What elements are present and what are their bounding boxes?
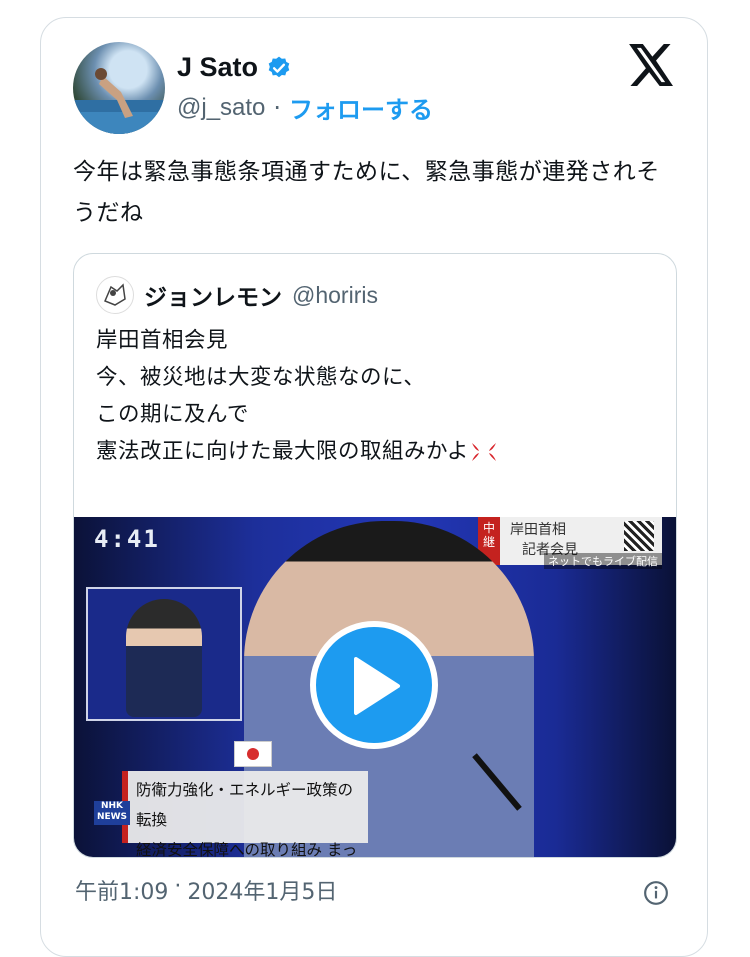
video-thumbnail[interactable]: 4:41 中継 岸田首相 記者会見 ネットでもライブ配信 防衛力強化・エネルギー… (74, 517, 676, 857)
tweet-date: 2024年1月5日 (187, 880, 338, 905)
quoted-line: 今、被災地は大変な状態なのに、 (96, 365, 426, 390)
quoted-author-handle[interactable]: @horiris (292, 282, 378, 309)
play-icon (354, 657, 400, 715)
tweet-embed-card: J Sato @j_sato · フォローする 今年は緊急事態条項通すために、緊… (40, 17, 708, 957)
x-logo-icon[interactable] (629, 44, 675, 86)
author-handle-row: @j_sato · フォローする (177, 90, 433, 125)
anger-symbol-icon (471, 443, 496, 461)
quoted-line: 憲法改正に向けた最大限の取組みかよ (96, 439, 469, 464)
sign-language-inset (86, 587, 242, 721)
follow-button[interactable]: フォローする (289, 90, 433, 125)
quoted-tweet[interactable]: ジョンレモン @horiris 岸田首相会見 今、被災地は大変な状態なのに、 こ… (73, 253, 677, 858)
tweet-time: 午前1:09 (75, 880, 169, 905)
japan-flag-icon (234, 741, 272, 767)
quoted-line-with-emoji: 憲法改正に向けた最大限の取組みかよ (96, 433, 656, 470)
separator-dot: · (273, 93, 282, 122)
interpreter-figure (126, 599, 202, 717)
quoted-header: ジョンレモン @horiris (96, 276, 378, 314)
tweet-text: 今年は緊急事態条項通すために、緊急事態が連発されそうだね (73, 159, 660, 226)
quoted-text: 岸田首相会見 今、被災地は大変な状態なのに、 この期に及んで 憲法改正に向けた最… (96, 322, 656, 470)
author-handle[interactable]: @j_sato (177, 94, 265, 122)
author-name[interactable]: J Sato (177, 52, 258, 83)
info-icon[interactable] (643, 880, 669, 906)
quoted-avatar[interactable] (96, 276, 134, 314)
tweet-timestamp[interactable]: 午前1:09 · 2024年1月5日 (75, 874, 337, 906)
video-timecode: 4:41 (94, 525, 160, 553)
author-avatar[interactable] (73, 42, 165, 134)
quoted-line: この期に及んで (96, 402, 249, 427)
live-stream-note: ネットでもライブ配信 (544, 553, 662, 569)
channel-logo: NHK NEWS (94, 801, 130, 825)
quoted-author-name[interactable]: ジョンレモン (144, 278, 282, 312)
quoted-line: 岸田首相会見 (96, 328, 229, 353)
qr-code-icon (624, 521, 654, 551)
lower-third-caption: 防衛力強化・エネルギー政策の転換 経済安全保障への取り組み まったなし (122, 771, 368, 857)
lower-third-line: 防衛力強化・エネルギー政策の転換 (136, 781, 354, 829)
verified-badge-icon (268, 56, 290, 77)
play-button[interactable] (310, 621, 438, 749)
avatar-photo-icon (73, 68, 165, 134)
author-name-row: J Sato (177, 52, 292, 83)
lower-third-line: 経済安全保障への取り組み まったなし (136, 841, 358, 858)
separator-dot: · (174, 874, 182, 899)
caption-title: 岸田首相 (510, 522, 566, 538)
